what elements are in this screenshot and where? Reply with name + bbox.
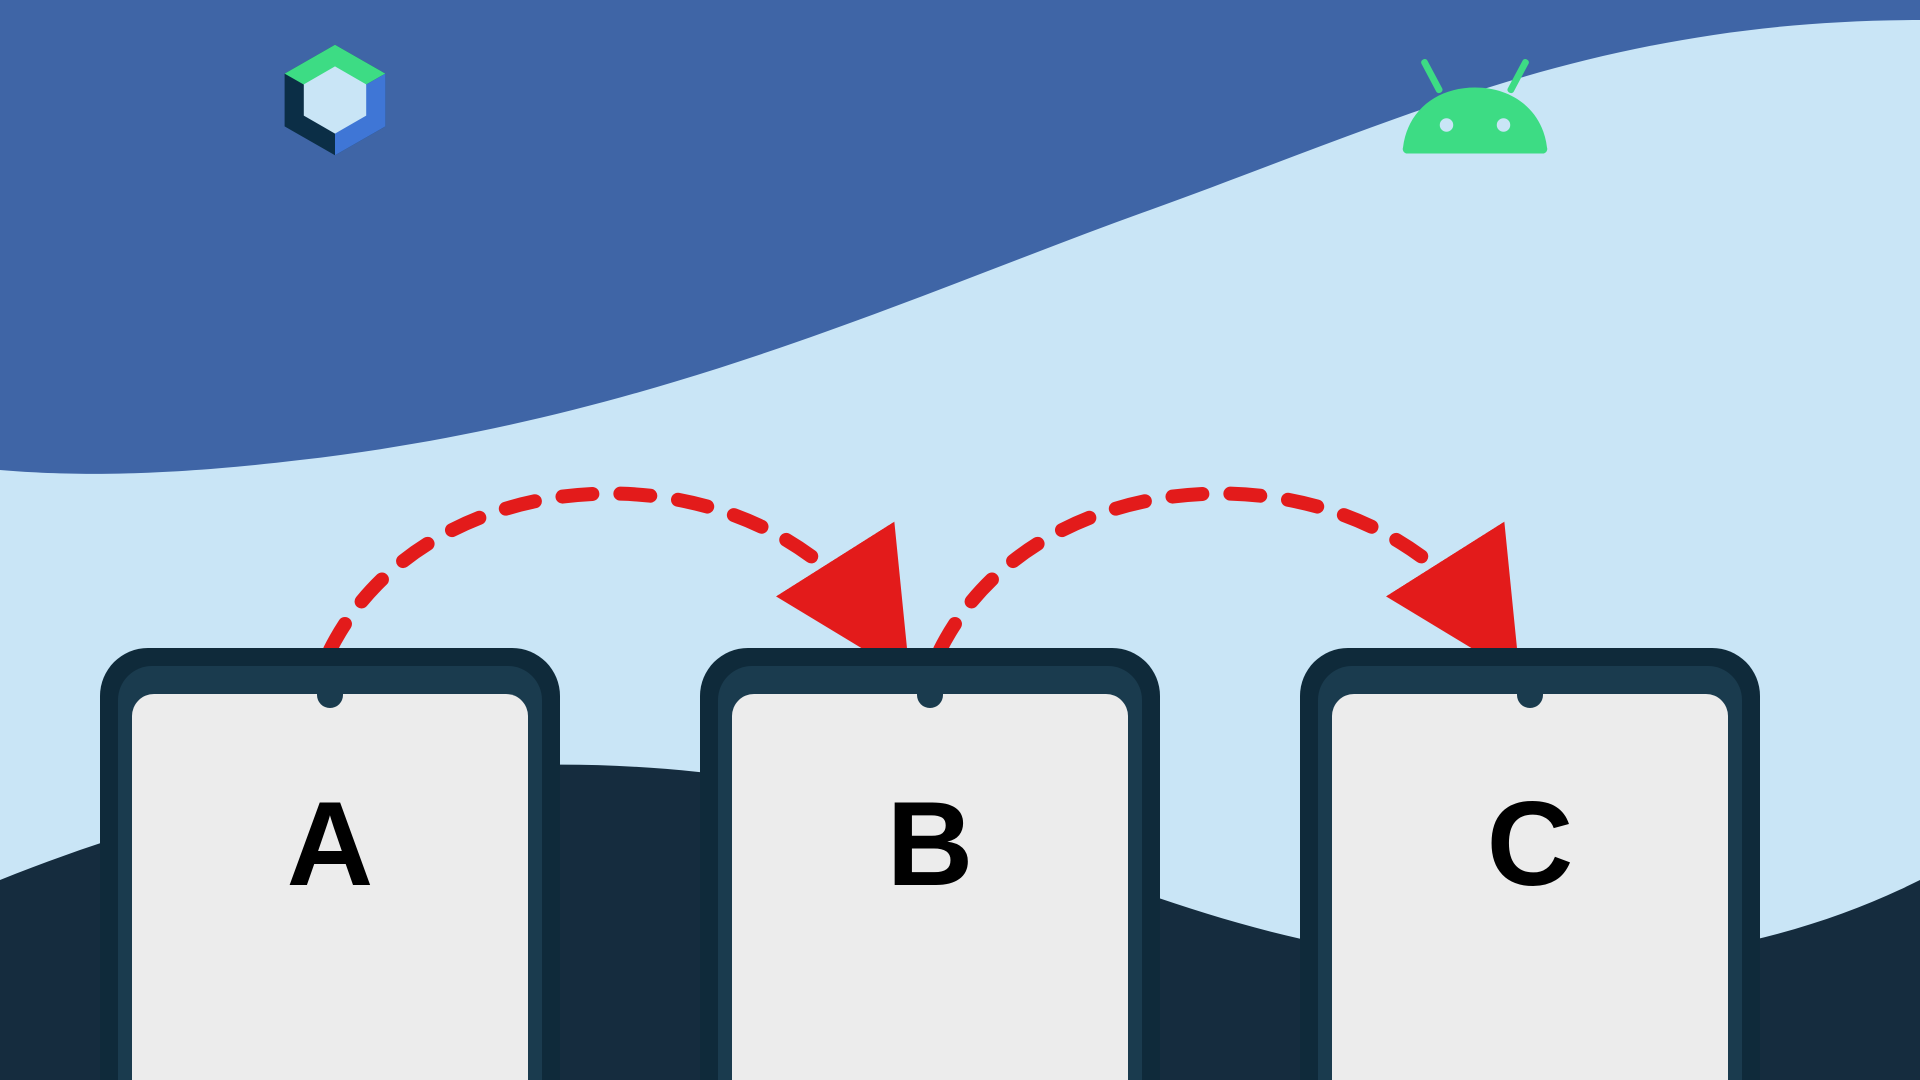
phone-screen-c: C: [1300, 648, 1760, 1080]
jetpack-compose-icon: [275, 40, 395, 160]
diagram-canvas: A B C: [0, 0, 1920, 1080]
screen-label-a: A: [287, 784, 374, 904]
phone-screen-b: B: [700, 648, 1160, 1080]
screen-label-c: C: [1487, 784, 1574, 904]
phone-screen-a: A: [100, 648, 560, 1080]
screen-label-b: B: [887, 784, 974, 904]
android-icon: [1400, 55, 1550, 165]
